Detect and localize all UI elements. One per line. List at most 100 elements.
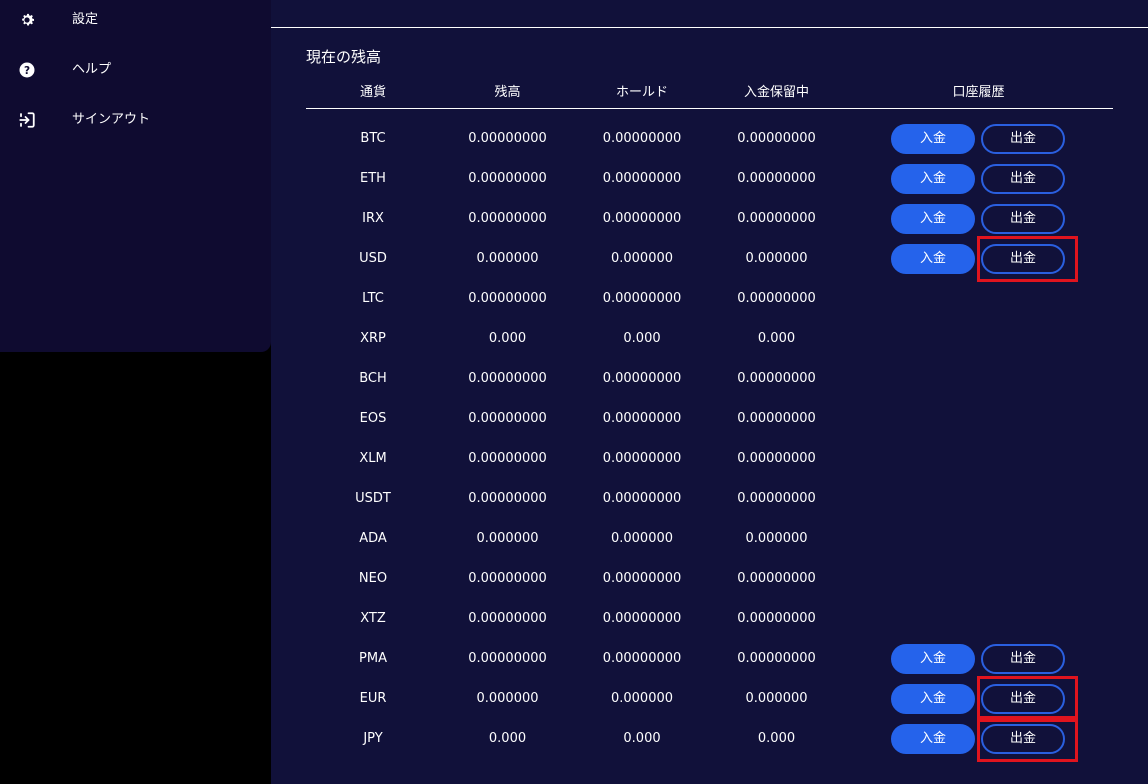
divider [271,27,1148,28]
deposit-button[interactable]: 入金 [891,724,975,754]
pending-cell: 0.00000000 [737,171,816,186]
table-row: PMA 0.00000000 0.00000000 0.00000000 入金 出金 [271,639,1148,679]
hold-cell: 0.00000000 [602,571,682,586]
pending-cell: 0.00000000 [737,411,816,426]
balance-cell: 0.00000000 [468,491,547,506]
balance-cell: 0.000000 [476,691,539,706]
balance-cell: 0.00000000 [468,611,547,626]
pending-cell: 0.00000000 [737,371,816,386]
balance-cell: 0.00000000 [468,411,547,426]
question-circle-icon: ? [18,61,36,79]
balance-cell: 0.00000000 [468,571,547,586]
currency-cell: XTZ [360,611,386,626]
header-divider [306,108,1113,109]
deposit-button[interactable]: 入金 [891,204,975,234]
pending-cell: 0.00000000 [737,491,816,506]
hold-cell: 0.00000000 [602,131,682,146]
currency-cell: IRX [362,211,384,226]
sign-out-icon [18,111,36,129]
sidebar-item-signout[interactable]: サインアウト [0,102,271,138]
currency-cell: EOS [359,411,387,426]
hold-cell: 0.000000 [610,691,674,706]
main-content: 現在の残高 通貨 残高 ホールド 入金保留中 口座履歴 BTC 0.0000000… [271,0,1148,784]
page-title: 現在の残高 [306,48,382,66]
table-row: BTC 0.00000000 0.00000000 0.00000000 入金 出金 [271,119,1148,159]
column-header-balance: 残高 [494,85,521,100]
column-header-history: 口座履歴 [952,85,1005,100]
balance-cell: 0.00000000 [468,371,547,386]
hold-cell: 0.00000000 [602,651,682,666]
sidebar-item-settings[interactable]: 設定 [0,2,271,38]
pending-cell: 0.000 [757,331,796,346]
gear-icon [18,11,36,29]
withdraw-button[interactable]: 出金 [981,244,1065,274]
column-header-hold: ホールド [615,85,668,100]
hold-cell: 0.00000000 [602,491,682,506]
balance-cell: 0.000 [488,731,527,746]
table-row: USDT 0.00000000 0.00000000 0.00000000 [271,479,1148,519]
balance-cell: 0.000000 [476,531,539,546]
hold-cell: 0.000000 [610,531,674,546]
balance-cell: 0.00000000 [468,451,547,466]
column-header-pending: 入金保留中 [743,85,809,100]
hold-cell: 0.000 [623,731,661,746]
hold-cell: 0.00000000 [602,371,682,386]
hold-cell: 0.00000000 [602,171,682,186]
hold-cell: 0.00000000 [602,411,682,426]
withdraw-button[interactable]: 出金 [981,124,1065,154]
withdraw-button[interactable]: 出金 [981,204,1065,234]
balance-cell: 0.00000000 [468,651,547,666]
currency-cell: NEO [358,571,388,586]
pending-cell: 0.00000000 [737,451,816,466]
hold-cell: 0.00000000 [602,611,682,626]
balance-cell: 0.00000000 [468,131,547,146]
currency-cell: BTC [360,131,386,146]
currency-cell: EUR [359,691,387,706]
hold-cell: 0.00000000 [602,211,682,226]
currency-cell: ADA [359,531,387,546]
withdraw-button[interactable]: 出金 [981,684,1065,714]
withdraw-button[interactable]: 出金 [981,724,1065,754]
pending-cell: 0.00000000 [737,651,816,666]
table-row: XRP 0.000 0.000 0.000 [271,319,1148,359]
pending-cell: 0.000000 [745,531,808,546]
table-row: ADA 0.000000 0.000000 0.000000 [271,519,1148,559]
sidebar-item-help[interactable]: ? ヘルプ [0,52,271,88]
hold-cell: 0.00000000 [602,291,682,306]
deposit-button[interactable]: 入金 [891,164,975,194]
currency-cell: JPY [363,731,383,746]
pending-cell: 0.000000 [745,251,808,266]
balance-cell: 0.000 [488,331,527,346]
pending-cell: 0.00000000 [737,211,816,226]
pending-cell: 0.00000000 [737,571,816,586]
balance-cell: 0.00000000 [468,211,547,226]
withdraw-button[interactable]: 出金 [981,644,1065,674]
deposit-button[interactable]: 入金 [891,684,975,714]
sidebar-item-label: ヘルプ [72,62,112,77]
currency-cell: USD [359,251,387,266]
hold-cell: 0.000000 [610,251,674,266]
table-row: EUR 0.000000 0.000000 0.000000 入金 出金 [271,679,1148,719]
currency-cell: XLM [359,451,387,466]
table-row: JPY 0.000 0.000 0.000 入金 出金 [271,719,1148,759]
currency-cell: PMA [359,651,387,666]
deposit-button[interactable]: 入金 [891,244,975,274]
table-row: NEO 0.00000000 0.00000000 0.00000000 [271,559,1148,599]
deposit-button[interactable]: 入金 [891,124,975,154]
table-row: ETH 0.00000000 0.00000000 0.00000000 入金 出金 [271,159,1148,199]
pending-cell: 0.000000 [745,691,808,706]
hold-cell: 0.00000000 [602,451,682,466]
sidebar-item-label: 設定 [72,12,99,27]
table-row: IRX 0.00000000 0.00000000 0.00000000 入金 出金 [271,199,1148,239]
sidebar: 設定 ? ヘルプ サインアウト [0,0,271,352]
table-row: LTC 0.00000000 0.00000000 0.00000000 [271,279,1148,319]
deposit-button[interactable]: 入金 [891,644,975,674]
pending-cell: 0.00000000 [737,131,816,146]
table-row: XTZ 0.00000000 0.00000000 0.00000000 [271,599,1148,639]
withdraw-button[interactable]: 出金 [981,164,1065,194]
currency-cell: BCH [359,371,387,386]
currency-cell: XRP [360,331,386,346]
sidebar-item-label: サインアウト [72,112,151,127]
table-row: XLM 0.00000000 0.00000000 0.00000000 [271,439,1148,479]
balance-cell: 0.00000000 [468,291,547,306]
